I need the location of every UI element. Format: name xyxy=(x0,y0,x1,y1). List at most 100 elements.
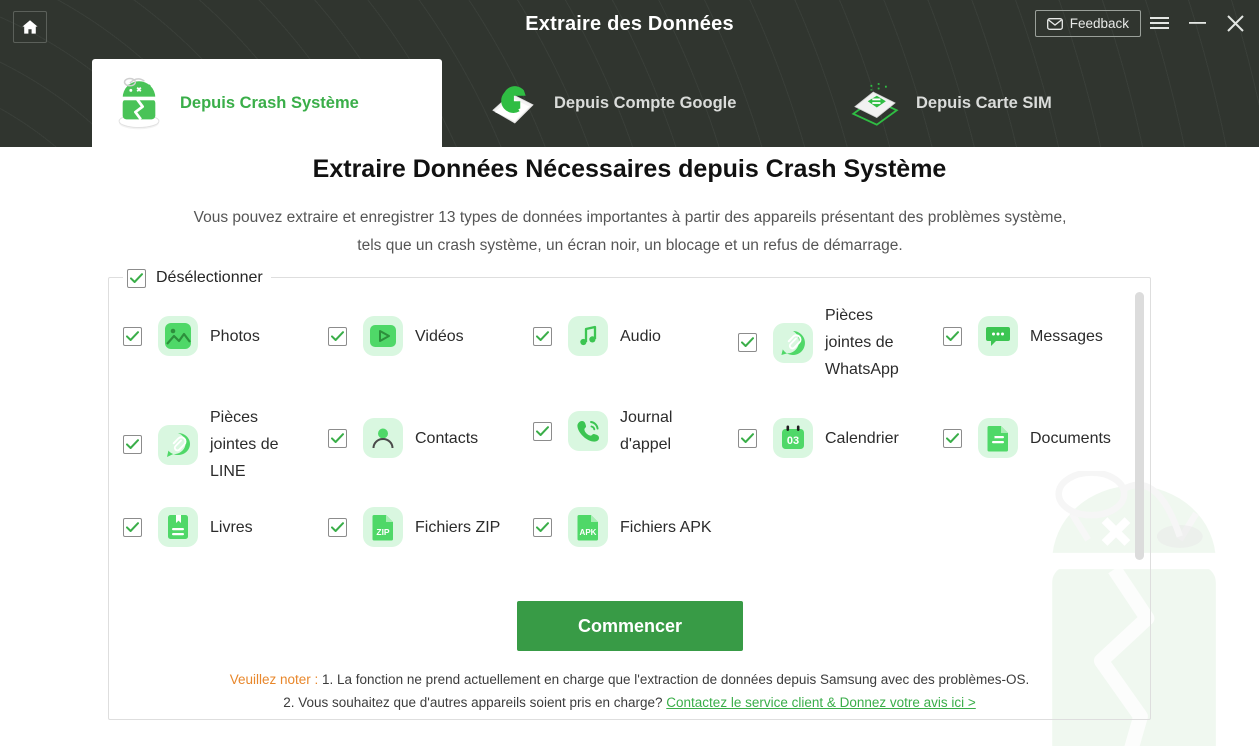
panel-scrollbar-track[interactable] xyxy=(1135,292,1147,712)
tab-bar: Depuis Crash Système Depuis Compte Googl… xyxy=(0,59,1259,147)
data-types-panel: Désélectionner Photos Vidéos Audio Pièce… xyxy=(108,264,1152,721)
data-type-documents[interactable]: Documents xyxy=(943,418,1111,458)
page-title: Extraire Données Nécessaires depuis Cras… xyxy=(312,155,947,183)
data-type-label: Pièces jointes de LINE xyxy=(210,409,279,480)
video-icon xyxy=(363,316,403,356)
page-description: Vous pouvez extraire et enregistrer 13 t… xyxy=(130,204,1130,260)
note-line-1: Veuillez noter : 1. La fonction ne prend… xyxy=(0,668,1259,691)
tab-label: Depuis Crash Système xyxy=(180,93,359,112)
checkbox-books[interactable] xyxy=(123,517,142,537)
checkbox-messages[interactable] xyxy=(943,326,962,346)
note-text-1: 1. La fonction ne prend actuellement en … xyxy=(322,672,1030,687)
data-type-label: Livres xyxy=(210,518,253,536)
audio-icon xyxy=(568,316,608,356)
book-icon xyxy=(158,507,198,547)
footer-notes: Veuillez noter : 1. La fonction ne prend… xyxy=(0,668,1259,714)
checkmark-icon xyxy=(536,521,549,532)
data-type-photos[interactable]: Photos xyxy=(123,316,260,356)
minimize-button[interactable] xyxy=(1187,13,1207,33)
page-description-line-2: tels que un crash système, un écran noir… xyxy=(357,237,903,254)
apk-file-icon: APK xyxy=(568,507,608,547)
google-account-icon xyxy=(492,86,534,124)
note-prefix: Veuillez noter : xyxy=(229,672,319,687)
data-type-books[interactable]: Livres xyxy=(123,507,253,547)
data-type-audio[interactable]: Audio xyxy=(533,316,661,356)
note-line-2: 2. Vous souhaitez que d'autres appareils… xyxy=(0,691,1259,714)
data-type-calendar[interactable]: 03 Calendrier xyxy=(738,418,899,458)
whatsapp-icon xyxy=(773,322,813,363)
svg-text:ZIP: ZIP xyxy=(376,527,390,537)
envelope-icon xyxy=(1046,17,1063,30)
data-type-contacts[interactable]: Contacts xyxy=(328,418,478,458)
menu-button[interactable] xyxy=(1149,13,1169,33)
data-type-label: Photos xyxy=(210,327,260,345)
feedback-label: Feedback xyxy=(1069,16,1129,31)
data-type-call-log[interactable]: Journal d'appel xyxy=(533,404,712,458)
close-icon xyxy=(1226,14,1244,32)
data-type-label: Fichiers APK xyxy=(620,518,712,536)
data-type-label: Journal d'appel xyxy=(620,409,673,453)
checkmark-icon xyxy=(741,432,754,443)
checkmark-icon xyxy=(126,521,139,532)
hamburger-menu-icon xyxy=(1149,17,1169,29)
data-type-label: Pièces jointes de WhatsApp xyxy=(825,307,899,378)
tab-depuis-carte-sim[interactable]: Depuis Carte SIM xyxy=(828,59,1070,147)
checkmark-icon xyxy=(536,425,549,436)
checkbox-contacts[interactable] xyxy=(328,428,347,448)
document-icon xyxy=(978,418,1018,458)
data-types-grid: Photos Vidéos Audio Pièces jointes de Wh… xyxy=(109,278,1152,721)
checkmark-icon xyxy=(331,521,344,532)
data-type-label: Documents xyxy=(1030,429,1111,447)
checkbox-documents[interactable] xyxy=(943,428,962,448)
checkmark-icon xyxy=(946,432,959,443)
checkbox-call-log[interactable] xyxy=(533,421,552,441)
data-type-line-attachments[interactable]: Pièces jointes de LINE xyxy=(123,404,302,485)
close-button[interactable] xyxy=(1225,13,1245,33)
checkmark-icon xyxy=(126,330,139,341)
checkbox-apk-files[interactable] xyxy=(533,517,552,537)
feedback-button[interactable]: Feedback xyxy=(1034,10,1141,37)
data-type-messages[interactable]: Messages xyxy=(943,316,1103,356)
checkbox-calendar[interactable] xyxy=(738,428,757,448)
title-bar: Extraire des Données Feedback Depuis Cra… xyxy=(0,0,1259,147)
photo-icon xyxy=(158,316,198,356)
data-type-zip-files[interactable]: ZIP Fichiers ZIP xyxy=(328,507,500,547)
svg-text:APK: APK xyxy=(580,528,597,537)
svg-text:03: 03 xyxy=(787,435,799,447)
checkmark-icon xyxy=(331,432,344,443)
checkmark-icon xyxy=(741,337,754,347)
tab-depuis-compte-google[interactable]: Depuis Compte Google xyxy=(466,59,754,147)
calendar-icon: 03 xyxy=(773,418,813,458)
data-type-apk-files[interactable]: APK Fichiers APK xyxy=(533,507,712,547)
checkmark-icon xyxy=(946,330,959,341)
line-icon xyxy=(158,424,198,465)
tab-depuis-crash-systeme[interactable]: Depuis Crash Système xyxy=(92,59,442,147)
note-text-2: 2. Vous souhaitez que d'autres appareils… xyxy=(283,695,663,710)
start-button[interactable]: Commencer xyxy=(517,601,743,651)
data-type-label: Vidéos xyxy=(415,327,464,345)
checkmark-icon xyxy=(536,330,549,341)
checkmark-icon xyxy=(126,439,139,449)
call-log-icon xyxy=(568,411,608,451)
checkbox-zip-files[interactable] xyxy=(328,517,347,537)
data-type-whatsapp-attachments[interactable]: Pièces jointes de WhatsApp xyxy=(738,302,917,383)
checkmark-icon xyxy=(331,330,344,341)
main-content: Extraire Données Nécessaires depuis Cras… xyxy=(0,147,1259,746)
contact-support-link[interactable]: Contactez le service client & Donnez vot… xyxy=(666,695,976,710)
tab-label: Depuis Carte SIM xyxy=(916,93,1052,112)
checkbox-whatsapp-attachments[interactable] xyxy=(738,333,757,352)
panel-scrollbar-thumb[interactable] xyxy=(1135,292,1144,560)
data-type-label: Audio xyxy=(620,327,661,345)
checkbox-videos[interactable] xyxy=(328,326,347,346)
app-window: Extraire des Données Feedback Depuis Cra… xyxy=(0,0,1259,746)
checkbox-photos[interactable] xyxy=(123,326,142,346)
checkbox-line-attachments[interactable] xyxy=(123,435,142,454)
data-type-videos[interactable]: Vidéos xyxy=(328,316,464,356)
messages-icon xyxy=(978,316,1018,356)
window-controls xyxy=(1149,13,1245,33)
data-type-label: Fichiers ZIP xyxy=(415,518,501,536)
data-type-label: Messages xyxy=(1030,327,1103,345)
page-description-line-1: Vous pouvez extraire et enregistrer 13 t… xyxy=(193,209,1067,226)
contacts-icon xyxy=(363,418,403,458)
checkbox-audio[interactable] xyxy=(533,326,552,346)
